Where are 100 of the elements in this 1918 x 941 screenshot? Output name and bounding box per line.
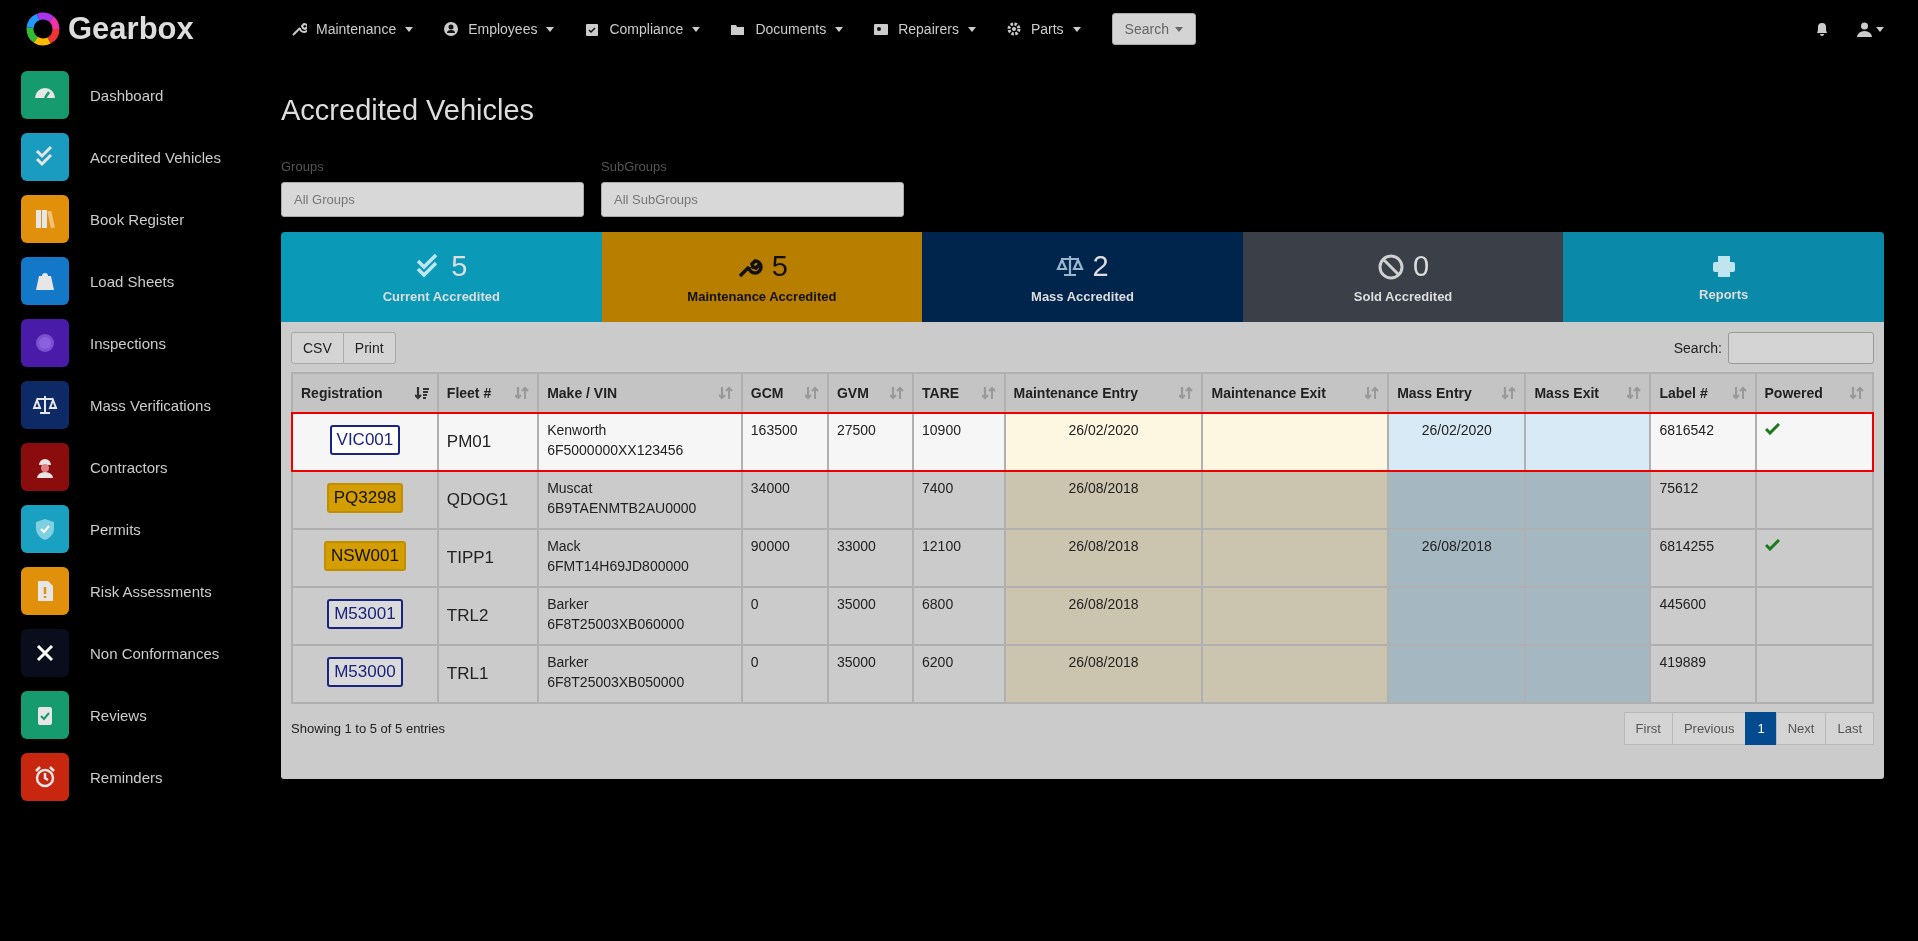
nav-menu[interactable]: Maintenance bbox=[278, 13, 427, 45]
vin-text: 6F8T25003XB050000 bbox=[547, 674, 686, 690]
table-cell: TRL1 bbox=[437, 645, 539, 703]
plate-badge: VIC001 bbox=[329, 425, 401, 455]
column-header[interactable]: Powered bbox=[1755, 373, 1873, 413]
table-row[interactable]: NSW001 TIPP1 Mack 6FMT14H69JD800000 90000 33000 12100 26/08/2018 26/08/2018 6814255 bbox=[292, 529, 1873, 587]
caret-icon bbox=[835, 26, 844, 32]
page-button[interactable]: Next bbox=[1775, 712, 1827, 745]
column-header[interactable]: Label # bbox=[1650, 373, 1756, 413]
sidebar-item[interactable]: Reviews bbox=[21, 691, 281, 739]
user-circle-icon bbox=[443, 21, 460, 37]
sidebar-item[interactable]: Inspections bbox=[21, 319, 281, 367]
stat-count: 5 bbox=[771, 250, 788, 283]
sidebar-item[interactable]: Dashboard bbox=[21, 71, 281, 119]
table-cell: 6816542 bbox=[1659, 422, 1714, 438]
table-cell: TIPP1 bbox=[437, 529, 539, 587]
stat-tile[interactable]: 5 Maintenance Accredited bbox=[601, 232, 923, 322]
sidebar-item[interactable]: Non Conformances bbox=[21, 629, 281, 677]
table-row[interactable]: VIC001 PM01 Kenworth 6F5000000XX123456 163500 27500 10900 26/02/2020 26/02/2020 6816542 bbox=[292, 413, 1873, 471]
column-header[interactable]: Registration bbox=[292, 373, 438, 413]
column-header[interactable]: GCM bbox=[741, 373, 828, 413]
sidebar-item[interactable]: Book Register bbox=[21, 195, 281, 243]
plate-badge: M53001 bbox=[327, 599, 403, 629]
wrench-icon bbox=[291, 21, 307, 37]
table-row[interactable]: M53000 TRL1 Barker 6F8T25003XB050000 0 35000 6200 26/08/2018 419889 bbox=[292, 645, 1873, 703]
table-cell: 26/08/2018 bbox=[1068, 596, 1139, 612]
column-header[interactable]: Maintenance Entry bbox=[1004, 373, 1203, 413]
search-button[interactable]: Search bbox=[1111, 13, 1196, 45]
export-button[interactable]: Print bbox=[343, 332, 396, 364]
table-cell: 75612 bbox=[1659, 480, 1699, 496]
stat-label: Current Accredited bbox=[382, 289, 500, 304]
column-header[interactable]: Fleet # bbox=[437, 373, 539, 413]
nav-menu[interactable]: Repairers bbox=[860, 13, 989, 45]
user-icon bbox=[1857, 21, 1872, 37]
vin-text: 6FMT14H69JD800000 bbox=[547, 558, 690, 574]
search-field[interactable] bbox=[1728, 332, 1874, 364]
logo-icon bbox=[26, 12, 60, 46]
column-header[interactable]: GVM bbox=[827, 373, 914, 413]
sidebar-item[interactable]: Contractors bbox=[21, 443, 281, 491]
ban-icon bbox=[1377, 252, 1405, 281]
table-cell: 12100 bbox=[922, 538, 961, 554]
user-menu[interactable] bbox=[1857, 21, 1884, 37]
table-cell: 26/02/2020 bbox=[1068, 422, 1139, 438]
calendar-check-icon bbox=[584, 21, 601, 37]
table-row[interactable]: PQ3298 QDOG1 Muscat 6B9TAENMTB2AU0000 34000 7400 26/08/2018 75612 bbox=[292, 471, 1873, 529]
nav-menu[interactable]: Parts bbox=[992, 13, 1094, 45]
table-cell: 27500 bbox=[836, 422, 876, 438]
nav-menu[interactable]: Documents bbox=[717, 13, 857, 45]
table-cell: 35000 bbox=[836, 654, 876, 670]
table-cell: 6800 bbox=[922, 596, 954, 612]
stat-count: 5 bbox=[451, 250, 468, 283]
stat-tile[interactable]: 2 Mass Accredited bbox=[922, 232, 1243, 322]
stat-count: 0 bbox=[1413, 250, 1430, 283]
table-cell: TRL2 bbox=[437, 587, 539, 645]
column-header[interactable]: TARE bbox=[913, 373, 1005, 413]
stat-tile[interactable]: 0 Sold Accredited bbox=[1242, 232, 1564, 322]
table-cell: 26/08/2018 bbox=[1068, 654, 1139, 670]
table-cell: 6814255 bbox=[1659, 538, 1714, 554]
stat-label: Mass Accredited bbox=[1031, 289, 1134, 304]
table-cell: QDOG1 bbox=[437, 471, 539, 529]
table-cell: 33000 bbox=[836, 538, 876, 554]
stat-label: Reports bbox=[1699, 286, 1749, 302]
vin-text: 6F5000000XX123456 bbox=[547, 442, 685, 458]
table-cell: 90000 bbox=[750, 538, 790, 554]
table-row[interactable]: M53001 TRL2 Barker 6F8T25003XB060000 0 35000 6800 26/08/2018 445600 bbox=[292, 587, 1873, 645]
filter-label: SubGroups bbox=[601, 159, 668, 174]
vin-text: 6F8T25003XB060000 bbox=[547, 616, 686, 632]
check-icon bbox=[1764, 423, 1780, 435]
column-header[interactable]: Make / VIN bbox=[538, 373, 742, 413]
column-header[interactable]: Mass Entry bbox=[1388, 373, 1526, 413]
table-cell: 26/02/2020 bbox=[1421, 422, 1492, 438]
table-cell: 26/08/2018 bbox=[1068, 480, 1139, 496]
sidebar-item[interactable]: Reminders bbox=[21, 753, 281, 801]
sidebar-item[interactable]: Load Sheets bbox=[21, 257, 281, 305]
nav-menu[interactable]: Employees bbox=[430, 13, 568, 45]
search-label: Search: bbox=[1673, 340, 1722, 356]
entries-info: Showing 1 to 5 of 5 entries bbox=[291, 721, 445, 736]
stat-count: 2 bbox=[1092, 250, 1109, 283]
table-cell: 7400 bbox=[922, 480, 954, 496]
column-header[interactable]: Mass Exit bbox=[1525, 373, 1651, 413]
column-header[interactable]: Maintenance Exit bbox=[1202, 373, 1389, 413]
bell-icon[interactable] bbox=[1815, 21, 1829, 37]
page-button[interactable]: Last bbox=[1825, 712, 1874, 745]
make-text: Kenworth bbox=[547, 422, 608, 438]
page-button[interactable]: 1 bbox=[1745, 712, 1777, 745]
table-cell: 445600 bbox=[1659, 596, 1707, 612]
table-cell: 26/08/2018 bbox=[1068, 538, 1139, 554]
sort-icon[interactable] bbox=[414, 386, 429, 400]
sidebar-item[interactable]: Accredited Vehicles bbox=[21, 133, 281, 181]
sidebar-item[interactable]: Mass Verifications bbox=[21, 381, 281, 429]
table-cell: 26/08/2018 bbox=[1421, 538, 1492, 554]
caret-icon bbox=[1876, 26, 1884, 32]
make-text: Barker bbox=[547, 596, 590, 612]
sidebar-item[interactable]: Permits bbox=[21, 505, 281, 553]
page-button[interactable]: Previous bbox=[1671, 712, 1747, 745]
page-button[interactable]: First bbox=[1623, 712, 1673, 745]
table-cell: 419889 bbox=[1659, 654, 1707, 670]
sidebar-item[interactable]: Risk Assessments bbox=[21, 567, 281, 615]
nav-menu[interactable]: Compliance bbox=[571, 13, 714, 45]
export-button[interactable]: CSV bbox=[291, 332, 344, 364]
